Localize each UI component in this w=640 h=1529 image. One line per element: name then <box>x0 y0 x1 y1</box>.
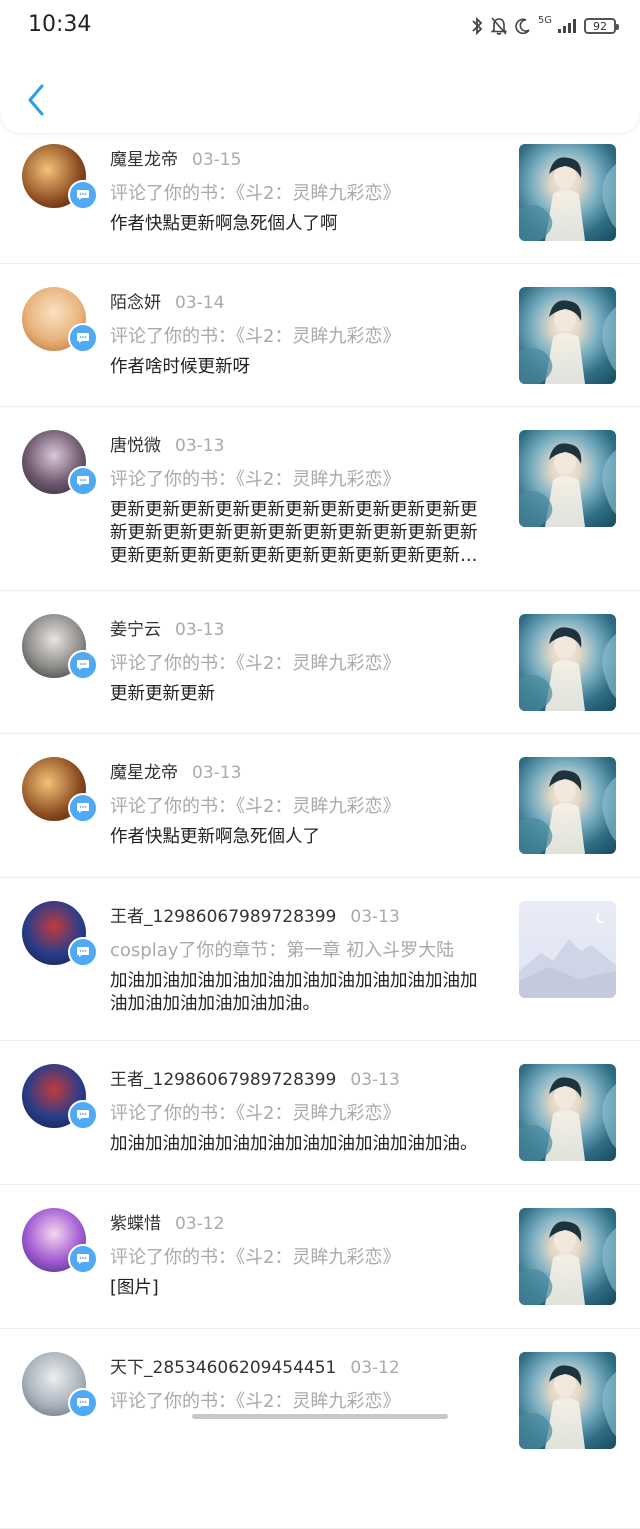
bluetooth-icon <box>470 16 484 36</box>
comment-content: 加油加油加油加油加油加油加油加油加油加油。 <box>110 1134 478 1154</box>
action-text: 评论了你的书：《斗2：灵眸九彩恋》 <box>110 1247 401 1268</box>
user-name[interactable]: 魔星龙帝 <box>110 150 178 170</box>
item-date: 03-13 <box>350 907 400 927</box>
action-text: 评论了你的书：《斗2：灵眸九彩恋》 <box>110 183 401 204</box>
list-item[interactable]: 天下_28534606209454451 03-12 评论了你的书：《斗2：灵眸九彩… <box>0 1328 640 1529</box>
book-cover-image[interactable] <box>519 1208 616 1305</box>
list-item[interactable]: 紫蝶惜 03-12 评论了你的书：《斗2：灵眸九彩恋》 [图片] <box>0 1184 640 1329</box>
book-cover-image[interactable] <box>519 614 616 711</box>
chevron-left-icon <box>28 84 44 116</box>
comment-content: 作者快點更新啊急死個人了 <box>110 827 320 847</box>
action-text: 评论了你的书：《斗2：灵眸九彩恋》 <box>110 469 401 490</box>
list-item[interactable]: 魔星龙帝 03-13 评论了你的书：《斗2：灵眸九彩恋》 作者快點更新啊急死個人了 <box>0 733 640 878</box>
action-text: 评论了你的书：《斗2：灵眸九彩恋》 <box>110 1103 401 1124</box>
comment-badge-icon <box>68 1100 98 1130</box>
action-text: 评论了你的书：《斗2：灵眸九彩恋》 <box>110 326 401 347</box>
comment-content: 更新更新更新 <box>110 684 215 704</box>
user-name[interactable]: 陌念妍 <box>110 293 161 313</box>
action-text: 评论了你的书：《斗2：灵眸九彩恋》 <box>110 653 401 674</box>
action-text: 评论了你的书：《斗2：灵眸九彩恋》 <box>110 796 401 817</box>
user-name[interactable]: 王者_12986067989728399 <box>110 907 336 927</box>
comment-badge-icon <box>68 323 98 353</box>
book-cover-image[interactable] <box>519 430 616 527</box>
list-item[interactable]: 王者_12986067989728399 03-13 cosplay了你的章节：第一… <box>0 877 640 1041</box>
user-name[interactable]: 王者_12986067989728399 <box>110 1070 336 1090</box>
item-date: 03-13 <box>192 763 242 783</box>
home-indicator[interactable] <box>192 1414 448 1419</box>
comment-badge-icon <box>68 793 98 823</box>
battery-level: 92 <box>593 19 607 33</box>
book-cover-image[interactable] <box>519 144 616 241</box>
user-name[interactable]: 魔星龙帝 <box>110 763 178 783</box>
user-name-line: 姜宁云 03-13 <box>110 615 224 640</box>
list-item[interactable]: 魔星龙帝 03-15 评论了你的书：《斗2：灵眸九彩恋》 作者快點更新啊急死個人了啊 <box>0 120 640 264</box>
comment-badge-icon <box>68 937 98 967</box>
book-cover-image[interactable] <box>519 1352 616 1449</box>
user-name[interactable]: 唐悦微 <box>110 436 161 456</box>
user-name-line: 魔星龙帝 03-15 <box>110 145 241 170</box>
user-name-line: 魔星龙帝 03-13 <box>110 758 241 783</box>
user-name[interactable]: 紫蝶惜 <box>110 1214 161 1234</box>
comment-content: [图片] <box>110 1278 159 1298</box>
action-text: cosplay了你的章节：第一章 初入斗罗大陆 <box>110 940 455 961</box>
list-item[interactable]: 唐悦微 03-13 评论了你的书：《斗2：灵眸九彩恋》更新更新更新更新更新更新更新更… <box>0 406 640 591</box>
action-text: 评论了你的书：《斗2：灵眸九彩恋》 <box>110 1391 401 1412</box>
top-header: 10:34 5G 92 <box>0 0 640 133</box>
mute-bell-icon <box>490 16 508 36</box>
comment-content: 作者快點更新啊急死個人了啊 <box>110 214 338 234</box>
list-item[interactable]: 王者_12986067989728399 03-13 评论了你的书：《斗2：灵眸九彩… <box>0 1040 640 1185</box>
comment-badge-icon <box>68 180 98 210</box>
comment-badge-icon <box>68 466 98 496</box>
book-cover-image[interactable] <box>519 287 616 384</box>
network-label: 5G <box>537 14 552 26</box>
user-name[interactable]: 天下_28534606209454451 <box>110 1358 336 1378</box>
user-name-line: 陌念妍 03-14 <box>110 288 224 313</box>
placeholder-image[interactable] <box>519 901 616 998</box>
list-item[interactable]: 陌念妍 03-14 评论了你的书：《斗2：灵眸九彩恋》 作者啥时候更新呀 <box>0 263 640 407</box>
comment-content: 更新更新更新更新更新更新更新更新更新更新更新更新更新更新更新更新更新更新更新更新… <box>110 500 478 566</box>
item-date: 03-15 <box>192 150 242 170</box>
signal-icon <box>558 19 578 33</box>
status-icons: 5G 92 <box>470 14 619 38</box>
list-item[interactable]: 姜宁云 03-13 评论了你的书：《斗2：灵眸九彩恋》 更新更新更新 <box>0 590 640 734</box>
comment-badge-icon <box>68 650 98 680</box>
item-date: 03-12 <box>175 1214 225 1234</box>
item-date: 03-13 <box>350 1070 400 1090</box>
user-name-line: 王者_12986067989728399 03-13 <box>110 1065 400 1090</box>
user-name[interactable]: 姜宁云 <box>110 620 161 640</box>
status-bar: 10:34 5G 92 <box>0 0 640 52</box>
moon-icon <box>514 17 532 35</box>
user-name-line: 天下_28534606209454451 03-12 <box>110 1353 400 1378</box>
comment-content: 加油加油加油加油加油加油加油加油加油加油加油加油加油加油加油加油。 <box>110 971 478 1014</box>
battery-icon: 92 <box>584 18 619 34</box>
comment-content: 作者啥时候更新呀 <box>110 357 250 377</box>
user-name-line: 唐悦微 03-13 <box>110 431 224 456</box>
user-name-line: 王者_12986067989728399 03-13 <box>110 902 400 927</box>
item-date: 03-13 <box>175 620 225 640</box>
item-date: 03-14 <box>175 293 225 313</box>
status-time: 10:34 <box>28 12 92 37</box>
book-cover-image[interactable] <box>519 1064 616 1161</box>
book-cover-image[interactable] <box>519 757 616 854</box>
back-button[interactable] <box>18 78 54 122</box>
comment-badge-icon <box>68 1244 98 1274</box>
item-date: 03-13 <box>175 436 225 456</box>
comment-badge-icon <box>68 1388 98 1418</box>
user-name-line: 紫蝶惜 03-12 <box>110 1209 224 1234</box>
item-date: 03-12 <box>350 1358 400 1378</box>
